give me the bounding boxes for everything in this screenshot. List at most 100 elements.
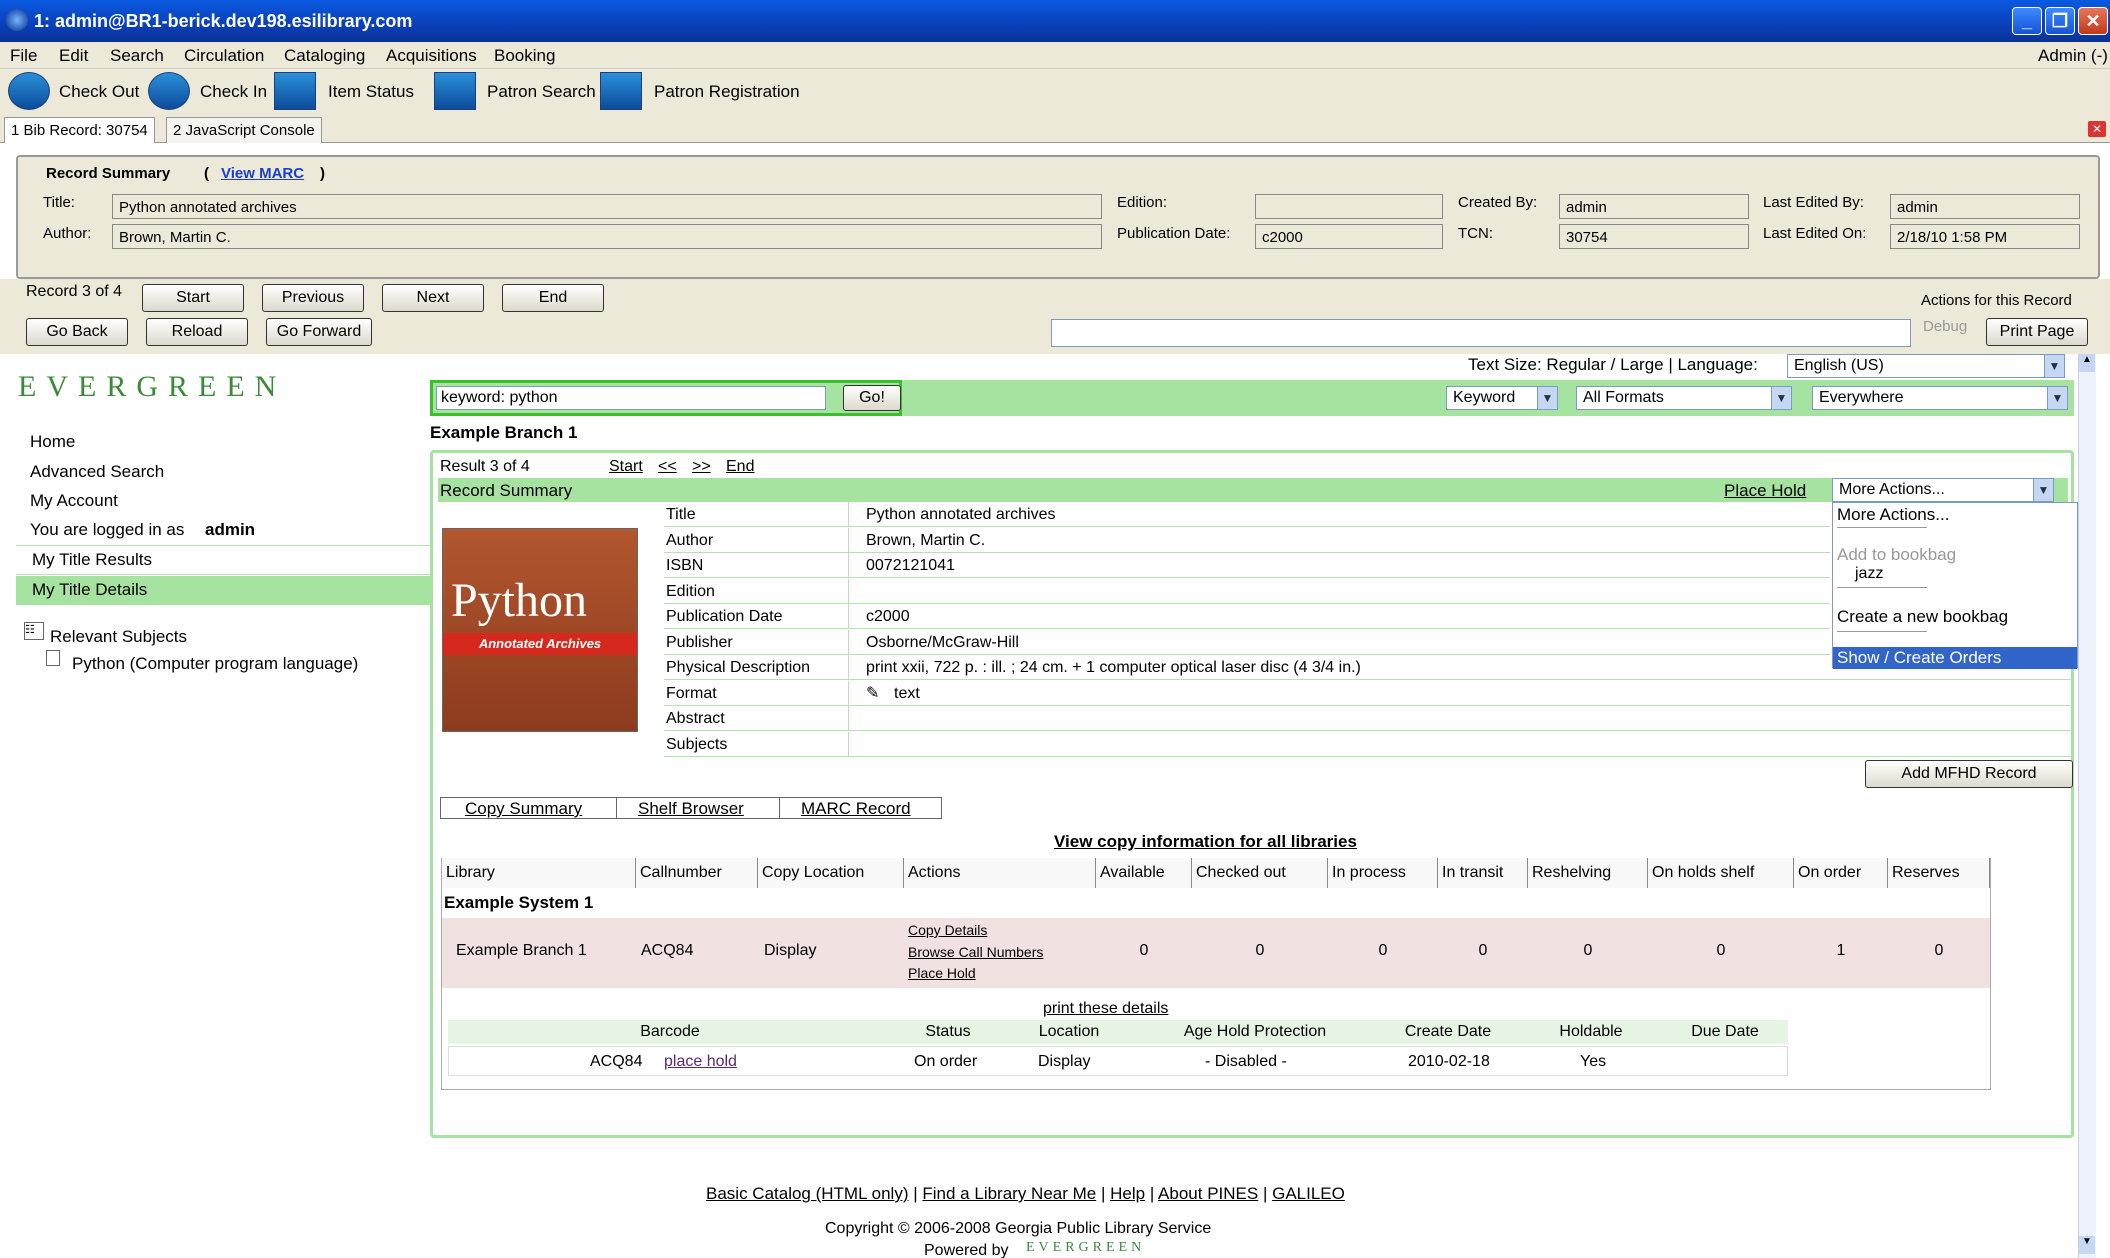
start-button[interactable]: Start [142, 284, 244, 312]
item-status-button[interactable]: Item Status [328, 82, 414, 102]
result-next-link[interactable]: >> [692, 458, 711, 476]
check-out-button[interactable]: Check Out [59, 82, 139, 102]
menu-circulation[interactable]: Circulation [184, 46, 264, 66]
sidebar-my-title-details[interactable]: My Title Details [32, 580, 147, 600]
previous-button[interactable]: Previous [262, 284, 364, 312]
dropdown-bookbag-jazz[interactable]: jazz [1855, 565, 1883, 583]
created-by-label: Created By: [1458, 194, 1538, 211]
holding-place-hold-link[interactable]: Place Hold [908, 965, 976, 981]
column-divider [848, 527, 849, 553]
view-all-libraries-link[interactable]: View copy information for all libraries [1054, 832, 1357, 852]
footer-copyright: Copyright © 2006-2008 Georgia Public Lib… [825, 1220, 1212, 1237]
sidebar-my-account[interactable]: My Account [30, 491, 118, 511]
end-button[interactable]: End [502, 284, 604, 312]
go-back-button[interactable]: Go Back [26, 318, 128, 346]
holding-location: Display [764, 942, 817, 959]
print-page-button[interactable]: Print Page [1986, 318, 2088, 346]
check-in-icon[interactable] [148, 72, 190, 110]
result-start-link[interactable]: Start [609, 458, 643, 476]
holding-count: 0 [1139, 942, 1149, 959]
detail-column-header: Barcode [640, 1023, 700, 1040]
patron-search-icon[interactable] [434, 72, 476, 110]
menu-edit[interactable]: Edit [59, 46, 88, 66]
footer-basic-catalog[interactable]: Basic Catalog (HTML only) [706, 1184, 909, 1203]
menu-booking[interactable]: Booking [494, 46, 555, 66]
menu-acquisitions[interactable]: Acquisitions [386, 46, 477, 66]
dropdown-create-bookbag[interactable]: Create a new bookbag [1837, 607, 2008, 627]
reload-button[interactable]: Reload [146, 318, 248, 346]
footer-galileo[interactable]: GALILEO [1272, 1184, 1345, 1203]
dropdown-show-orders[interactable]: Show / Create Orders [1837, 648, 2001, 668]
patron-registration-icon[interactable] [600, 72, 642, 110]
column-divider [848, 731, 849, 757]
go-button[interactable]: Go! [843, 385, 901, 411]
edition-label: Edition: [1117, 194, 1168, 211]
detail-place-hold-link[interactable]: place hold [664, 1053, 737, 1071]
title-field: Python annotated archives [112, 194, 1102, 219]
check-in-button[interactable]: Check In [200, 82, 267, 102]
search-type-select[interactable]: Keyword ▼ [1446, 386, 1558, 410]
url-field[interactable] [1051, 319, 1911, 347]
footer-links: Basic Catalog (HTML only) | Find a Libra… [706, 1184, 1345, 1204]
browse-call-numbers-link[interactable]: Browse Call Numbers [908, 944, 1043, 960]
result-end-link[interactable]: End [726, 458, 754, 476]
more-actions-value: More Actions... [1839, 481, 1945, 498]
dropdown-more-actions[interactable]: More Actions... [1837, 505, 1949, 525]
next-button[interactable]: Next [382, 284, 484, 312]
detail-status: On order [914, 1053, 978, 1070]
record-field-label: Subjects [666, 735, 728, 753]
detail-column-header: Age Hold Protection [1183, 1023, 1327, 1040]
result-prev-link[interactable]: << [658, 458, 677, 476]
summary-header: Record Summary [46, 165, 171, 182]
menu-cataloging[interactable]: Cataloging [284, 46, 365, 66]
footer-about-pines[interactable]: About PINES [1158, 1184, 1258, 1203]
copy-details-link[interactable]: Copy Details [908, 922, 987, 938]
tab-javascript-console[interactable]: 2 JavaScript Console [166, 117, 322, 143]
tab-divider [616, 797, 617, 819]
column-divider [848, 655, 849, 680]
subject-link[interactable]: Python (Computer program language) [72, 654, 358, 674]
language-select[interactable]: English (US) ▼ [1787, 354, 2065, 378]
tab-shelf-browser[interactable]: Shelf Browser [638, 799, 744, 819]
format-select[interactable]: All Formats ▼ [1576, 386, 1792, 410]
book-cover-image: Python Annotated Archives [442, 528, 638, 732]
view-marc-link[interactable]: View MARC [221, 165, 304, 182]
menu-search[interactable]: Search [110, 46, 164, 66]
item-status-icon[interactable] [274, 72, 316, 110]
location-select[interactable]: Everywhere ▼ [1812, 386, 2068, 410]
close-icon[interactable]: ✕ [2078, 7, 2108, 35]
format-value: All Formats [1583, 389, 1664, 406]
sidebar-home[interactable]: Home [30, 432, 75, 452]
sidebar-advanced-search[interactable]: Advanced Search [30, 462, 164, 482]
record-field-label: Physical Description [666, 659, 811, 676]
footer-find-library[interactable]: Find a Library Near Me [922, 1184, 1096, 1203]
tab-bib-record[interactable]: 1 Bib Record: 30754 [4, 117, 155, 143]
tab-marc-record[interactable]: MARC Record [801, 799, 911, 819]
detail-column-header: Due Date [1691, 1023, 1759, 1040]
minimize-icon[interactable]: _ [2012, 7, 2042, 35]
scroll-up-icon[interactable]: ▲ [2079, 354, 2095, 372]
close-tab-icon[interactable]: ✕ [2088, 121, 2106, 137]
footer-help[interactable]: Help [1110, 1184, 1145, 1203]
holding-count: 0 [1934, 942, 1944, 959]
search-input[interactable]: keyword: python [436, 386, 826, 410]
record-field-label: Author [666, 531, 714, 549]
print-details-link[interactable]: print these details [1043, 1000, 1168, 1018]
user-menu[interactable]: Admin (-) [2038, 46, 2108, 66]
sidebar-my-title-results[interactable]: My Title Results [32, 550, 152, 570]
patron-registration-button[interactable]: Patron Registration [654, 82, 800, 102]
add-mfhd-button[interactable]: Add MFHD Record [1865, 760, 2073, 788]
restore-icon[interactable]: ❐ [2045, 7, 2075, 35]
tab-copy-summary[interactable]: Copy Summary [465, 799, 582, 819]
check-out-icon[interactable] [8, 72, 50, 110]
go-forward-button[interactable]: Go Forward [266, 318, 372, 346]
scrollbar[interactable] [2078, 354, 2096, 1258]
place-hold-link[interactable]: Place Hold [1724, 481, 1806, 501]
record-field-value: text [894, 684, 920, 702]
text-format-icon: ✎ [866, 684, 880, 702]
menu-file[interactable]: File [10, 46, 37, 66]
record-row: Subjects [664, 731, 2072, 757]
patron-search-button[interactable]: Patron Search [487, 82, 596, 102]
scroll-down-icon[interactable]: ▼ [2079, 1236, 2095, 1254]
more-actions-select[interactable]: More Actions... ▼ [1832, 478, 2054, 502]
